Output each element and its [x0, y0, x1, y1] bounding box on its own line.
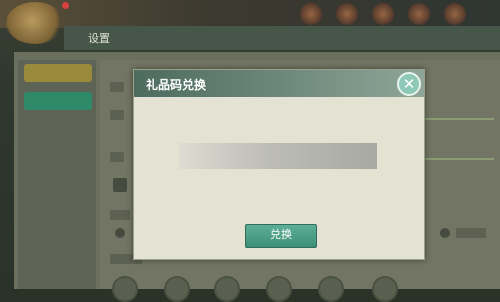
setting-label [110, 210, 130, 220]
gift-code-dialog: 礼品码兑换 ✕ 兑换 [133, 69, 425, 260]
hud-avatar-icon [408, 3, 430, 25]
setting-label [110, 82, 124, 92]
option-icon[interactable] [266, 276, 292, 302]
option-icon[interactable] [214, 276, 240, 302]
hud-avatar-icon [444, 3, 466, 25]
dialog-title: 礼品码兑换 [146, 78, 207, 92]
hud-avatar-icon [300, 3, 322, 25]
hud-avatar-icon [372, 3, 394, 25]
settings-header-bar [64, 26, 500, 50]
slider-track[interactable] [422, 118, 494, 120]
option-icon[interactable] [318, 276, 344, 302]
option-icon[interactable] [372, 276, 398, 302]
redeem-button[interactable]: 兑换 [245, 224, 317, 248]
hud-avatar-icon [336, 3, 358, 25]
setting-label [110, 152, 124, 162]
game-logo [6, 2, 64, 44]
slider-track[interactable] [422, 158, 494, 160]
close-icon[interactable]: ✕ [397, 72, 421, 96]
gift-code-input[interactable] [179, 143, 377, 169]
radio-label [456, 228, 486, 238]
settings-tab[interactable] [24, 92, 92, 110]
dialog-header: 礼品码兑换 ✕ [134, 70, 424, 97]
notification-dot [62, 2, 69, 9]
option-icon[interactable] [112, 276, 138, 302]
radio-button[interactable] [115, 228, 125, 238]
option-icon[interactable] [164, 276, 190, 302]
settings-title: 设置 [88, 32, 110, 45]
radio-button[interactable] [440, 228, 450, 238]
setting-label [110, 110, 124, 120]
settings-tab[interactable] [24, 64, 92, 82]
checkbox[interactable] [113, 178, 127, 192]
